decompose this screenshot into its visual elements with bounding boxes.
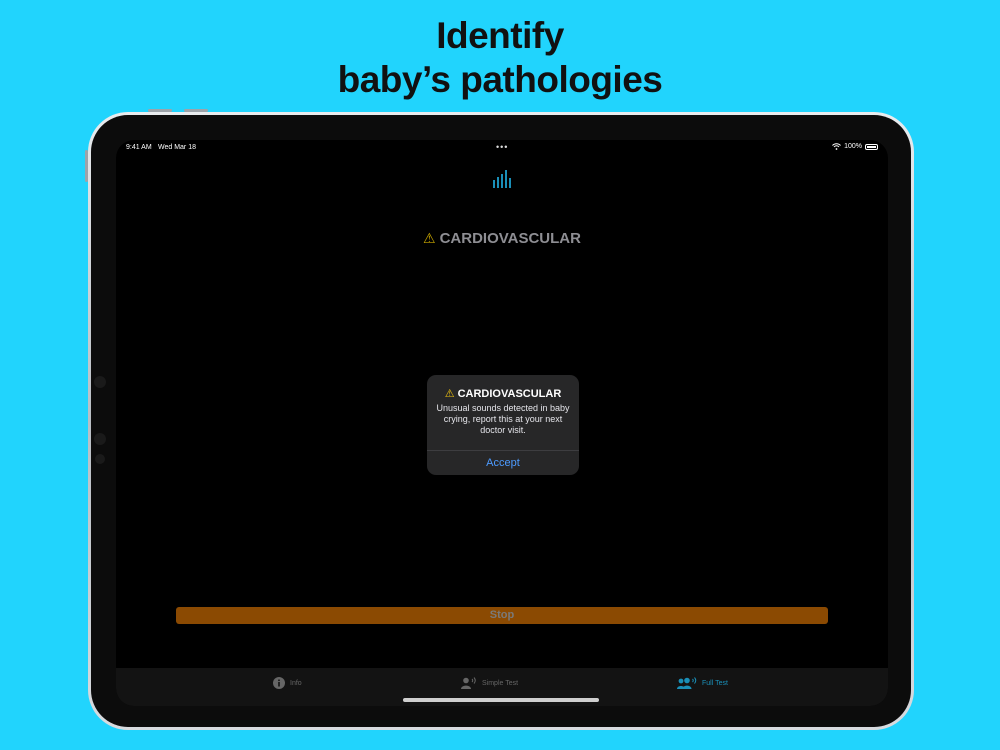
people-sound-icon xyxy=(677,677,697,689)
tablet-device: 9:41 AM Wed Mar 18 ••• 100% ⚠ CARDIOVASC… xyxy=(88,112,914,730)
tab-bar: Info Simple Test Full Test xyxy=(116,668,888,706)
alert-title: ⚠ CARDIOVASCULAR xyxy=(427,387,579,400)
headline-line-2: baby’s pathologies xyxy=(337,59,663,100)
tab-full-test-label: Full Test xyxy=(702,679,728,687)
person-sound-icon xyxy=(461,677,476,689)
wifi-icon xyxy=(832,143,841,150)
tab-full-test[interactable]: Full Test xyxy=(677,677,728,689)
waveform-icon xyxy=(493,170,511,188)
warning-icon: ⚠ xyxy=(423,230,436,246)
headline: Identify baby’s pathologies xyxy=(0,14,1000,102)
device-bezel: 9:41 AM Wed Mar 18 ••• 100% ⚠ CARDIOVASC… xyxy=(91,115,911,727)
battery-icon xyxy=(865,143,878,150)
status-right: 100% xyxy=(832,143,878,150)
camera-dot-1 xyxy=(94,376,106,388)
alert-title-text: CARDIOVASCULAR xyxy=(457,388,562,400)
multitasking-dots[interactable]: ••• xyxy=(496,142,508,152)
status-bar: 9:41 AM Wed Mar 18 ••• 100% xyxy=(116,140,888,158)
camera-dot-3 xyxy=(95,454,105,464)
stop-button[interactable]: Stop xyxy=(176,607,828,624)
status-date: Wed Mar 18 xyxy=(158,144,196,151)
tab-simple-test[interactable]: Simple Test xyxy=(461,677,518,689)
info-icon xyxy=(273,677,285,689)
side-button xyxy=(85,150,88,182)
app-screen: 9:41 AM Wed Mar 18 ••• 100% ⚠ CARDIOVASC… xyxy=(116,140,888,706)
home-indicator[interactable] xyxy=(403,698,599,702)
pathology-label: CARDIOVASCULAR xyxy=(439,230,581,247)
alert-message: Unusual sounds detected in baby crying, … xyxy=(436,403,570,435)
headline-line-1: Identify xyxy=(436,15,564,56)
tab-info[interactable]: Info xyxy=(273,677,302,689)
pathology-result-title: ⚠ CARDIOVASCULAR xyxy=(116,230,888,247)
top-button-2 xyxy=(184,109,208,112)
alert-dialog: ⚠ CARDIOVASCULAR Unusual sounds detected … xyxy=(427,375,579,475)
accept-button[interactable]: Accept xyxy=(427,451,579,475)
status-time: 9:41 AM xyxy=(126,144,152,151)
camera-dot-2 xyxy=(94,433,106,445)
top-button-1 xyxy=(148,109,172,112)
tab-info-label: Info xyxy=(290,679,302,687)
alert-warning-icon: ⚠ xyxy=(444,388,455,400)
tab-simple-test-label: Simple Test xyxy=(482,679,519,687)
battery-percent: 100% xyxy=(844,143,862,150)
